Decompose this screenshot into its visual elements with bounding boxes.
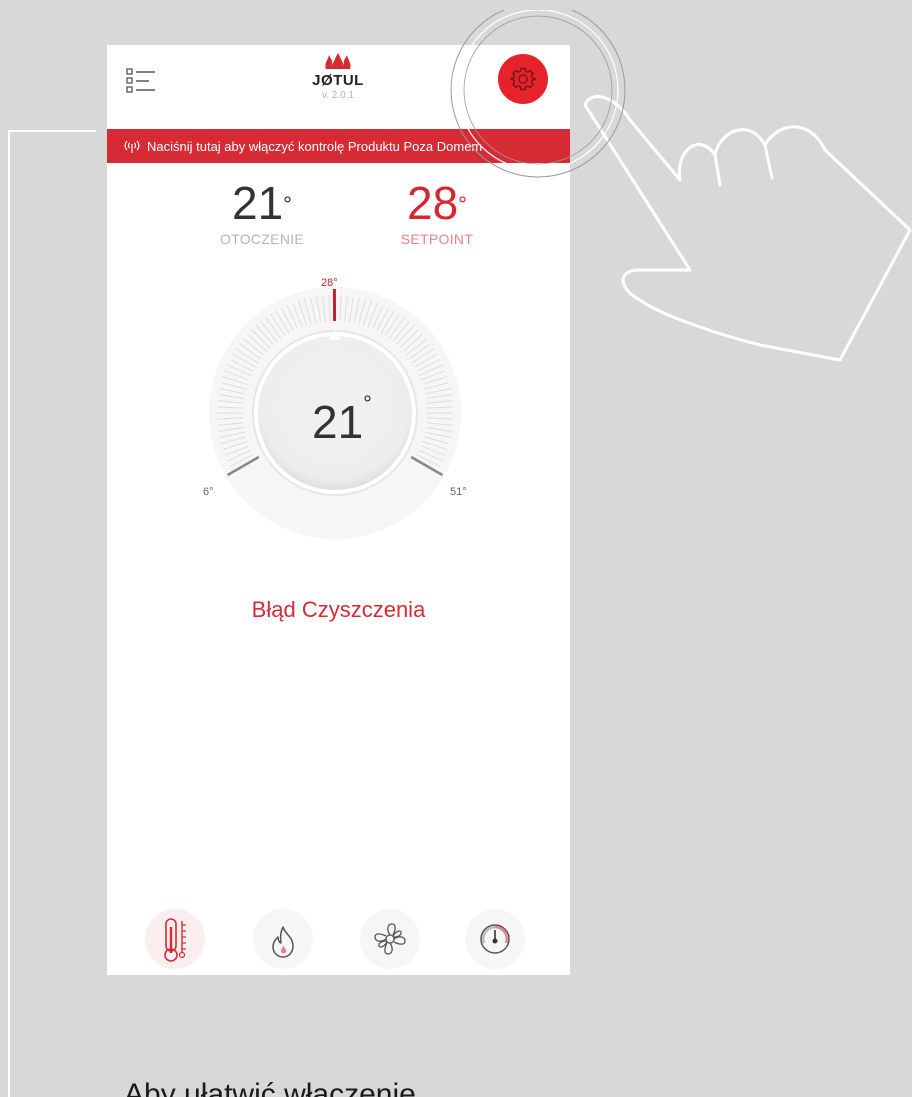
- flame-icon: [272, 926, 294, 958]
- nav-temperature[interactable]: [145, 909, 205, 969]
- wireless-signal-icon: [124, 140, 140, 153]
- highlight-rings: [450, 10, 626, 178]
- menu-button[interactable]: [125, 65, 159, 99]
- setpoint-degree: °: [458, 192, 467, 217]
- flame-logo-icon: [325, 53, 351, 69]
- status-message: Błąd Czyszczenia: [251, 597, 426, 622]
- bracket-line-vertical: [8, 130, 10, 1097]
- brand-name: JØTUL: [312, 72, 364, 89]
- dial-setpoint-label: 28°: [321, 277, 338, 289]
- nav-gauge[interactable]: [465, 909, 525, 969]
- ambient-temperature: 21° OTOCZENIE: [182, 177, 342, 247]
- dial-max-label: 51°: [450, 486, 467, 498]
- dial-min-label: 6°: [203, 486, 214, 498]
- current-temperature: 21°: [297, 391, 387, 449]
- ambient-degree: °: [283, 192, 292, 217]
- current-temp-value: 21: [312, 396, 364, 448]
- app-version: v. 2.0.1: [321, 90, 355, 101]
- instruction-caption: Aby ułatwić włączenie: [124, 1078, 416, 1097]
- thermometer-icon: [164, 918, 186, 962]
- brand-logo: JØTUL v. 2.0.1: [288, 51, 388, 101]
- list-menu-icon: [126, 68, 155, 93]
- nav-flame[interactable]: [253, 909, 313, 969]
- current-temp-degree: °: [363, 391, 372, 416]
- banner-text: Naciśnij tutaj aby włączyć kontrolę Prod…: [147, 138, 483, 154]
- nav-fan[interactable]: [360, 909, 420, 969]
- setpoint-label: SETPOINT: [400, 231, 474, 247]
- bracket-line-top: [8, 130, 96, 132]
- fan-icon: [374, 923, 406, 955]
- gauge-icon: [480, 924, 510, 954]
- ambient-label: OTOCZENIE: [219, 231, 305, 247]
- ambient-value: 21: [232, 177, 284, 229]
